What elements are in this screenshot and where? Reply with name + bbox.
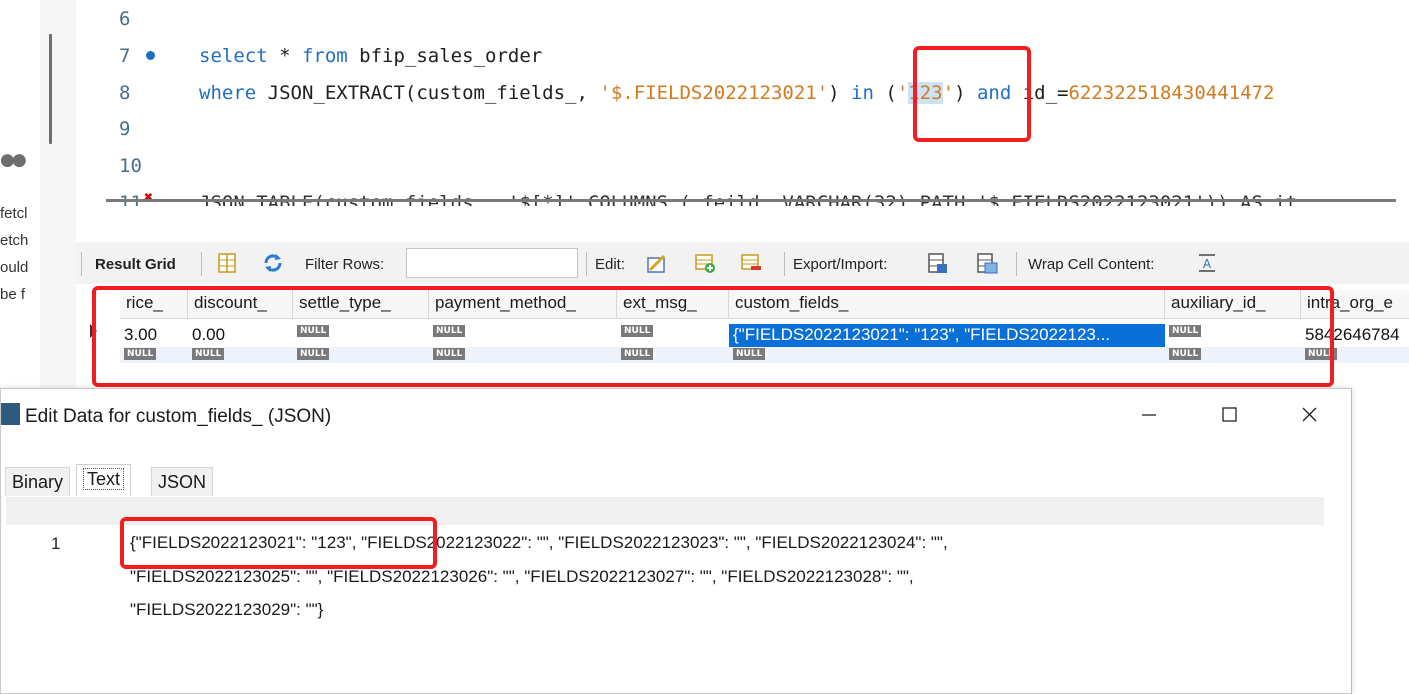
editor-line: 6	[76, 8, 1409, 38]
table-cell[interactable]: NULL	[293, 324, 429, 347]
close-icon[interactable]	[1286, 399, 1332, 431]
filter-rows-input[interactable]	[406, 248, 578, 278]
export-icon[interactable]	[927, 252, 949, 274]
sql-code[interactable]: select * from bfip_sales_order	[199, 45, 542, 67]
export-import-label: Export/Import:	[793, 256, 888, 273]
form-editor-icon[interactable]	[216, 252, 238, 274]
dialog-tabs: Binary Text JSON	[1, 464, 1350, 497]
dialog-title: Edit Data for custom_fields_ (JSON)	[25, 406, 332, 427]
column-header[interactable]: settle_type_	[293, 290, 429, 318]
tab-text[interactable]: Text	[76, 464, 132, 496]
side-text-fragment: fetcl	[0, 205, 28, 222]
column-header[interactable]: payment_method_	[429, 290, 617, 318]
grid-header: rice_ discount_ settle_type_ payment_met…	[120, 290, 1409, 319]
navigator-action-icons[interactable]: ●●	[0, 150, 27, 170]
wrap-cell-label: Wrap Cell Content:	[1028, 256, 1155, 273]
edit-label: Edit:	[595, 256, 626, 273]
column-header[interactable]: intra_org_e	[1301, 290, 1409, 318]
editor-line: 10	[76, 155, 1409, 185]
statement-marker-icon	[146, 51, 155, 60]
table-cell[interactable]: NULL	[1301, 347, 1409, 370]
minimize-icon[interactable]	[1126, 399, 1172, 431]
editor-line: 9	[76, 118, 1409, 148]
current-row-indicator	[90, 324, 97, 338]
edit-data-dialog: Edit Data for custom_fields_ (JSON) Bina…	[0, 388, 1352, 694]
tab-json[interactable]: JSON	[151, 467, 214, 496]
table-cell[interactable]: NULL	[293, 347, 429, 370]
table-cell[interactable]: NULL	[617, 324, 729, 347]
table-cell[interactable]: NULL	[1165, 324, 1301, 347]
line-number: 6	[119, 8, 131, 30]
table-cell[interactable]: NULL	[729, 347, 1165, 370]
json-text-line[interactable]: {"FIELDS2022123021": "123", "FIELDS20221…	[130, 533, 948, 553]
table-cell[interactable]: NULL	[120, 347, 188, 370]
svg-text:A: A	[1203, 257, 1212, 271]
line-number: 1	[51, 534, 61, 553]
edit-row-icon[interactable]	[646, 252, 668, 274]
column-header[interactable]: auxiliary_id_	[1165, 290, 1301, 318]
editor-line: 8 where JSON_EXTRACT(custom_fields_, '$.…	[76, 82, 1409, 112]
json-text-line[interactable]: "FIELDS2022123025": "", "FIELDS202212302…	[130, 567, 914, 587]
editor-horizontal-scrollbar[interactable]	[106, 199, 1396, 202]
error-marker-icon: ✖	[144, 188, 154, 206]
column-header[interactable]: discount_	[188, 290, 293, 318]
side-panel-scrollbar[interactable]	[40, 0, 76, 400]
editor-line: 7 select * from bfip_sales_order	[76, 45, 1409, 75]
text-editor-header	[6, 497, 1324, 525]
table-cell[interactable]: NULL	[617, 347, 729, 370]
result-grid-label: Result Grid	[95, 256, 176, 273]
add-row-icon[interactable]	[694, 252, 716, 274]
table-cell[interactable]: 0.00	[188, 324, 293, 347]
filter-rows-label: Filter Rows:	[305, 256, 385, 273]
table-row[interactable]: 3.00 0.00 NULL NULL NULL {"FIELDS2022123…	[120, 324, 1409, 347]
column-header[interactable]: custom_fields_	[729, 290, 1165, 318]
side-text-fragment: etch	[0, 232, 29, 249]
table-cell[interactable]: NULL	[1165, 347, 1301, 370]
selected-cell-custom-fields[interactable]: {"FIELDS2022123021": "123", "FIELDS20221…	[729, 324, 1165, 347]
table-row[interactable]: NULL NULL NULL NULL NULL NULL NULL NULL	[120, 347, 1409, 363]
import-icon[interactable]	[976, 252, 998, 274]
table-cell[interactable]: NULL	[429, 347, 617, 370]
line-number: 10	[119, 155, 142, 177]
line-number: 7	[119, 45, 131, 67]
json-text-editor[interactable]: 1 {"FIELDS2022123021": "123", "FIELDS202…	[6, 525, 1324, 693]
result-grid[interactable]: rice_ discount_ settle_type_ payment_met…	[76, 284, 1409, 400]
sql-code[interactable]: where JSON_EXTRACT(custom_fields_, '$.FI…	[199, 82, 1274, 104]
refresh-icon[interactable]	[262, 252, 284, 274]
table-cell[interactable]: 3.00	[120, 324, 188, 347]
maximize-icon[interactable]	[1206, 399, 1252, 431]
sql-editor[interactable]: 6 7 select * from bfip_sales_order 8 whe…	[76, 0, 1409, 206]
side-text-fragment: be f	[0, 286, 26, 303]
table-cell[interactable]: NULL	[429, 324, 617, 347]
table-cell[interactable]: 5842646784	[1301, 324, 1409, 347]
column-header[interactable]: rice_	[120, 290, 188, 318]
table-cell[interactable]: NULL	[188, 347, 293, 370]
result-panel: Result Grid Filter Rows: Edit: Export/Im…	[76, 206, 1409, 400]
side-text-fragment: ould	[0, 259, 29, 276]
line-number: 9	[119, 118, 131, 140]
delete-row-icon[interactable]	[740, 252, 762, 274]
column-header[interactable]: ext_msg_	[617, 290, 729, 318]
json-text-line[interactable]: "FIELDS2022123029": ""}	[130, 600, 323, 620]
app-icon	[1, 403, 20, 425]
line-number: 8	[119, 82, 131, 104]
tab-binary[interactable]: Binary	[5, 467, 71, 496]
result-toolbar: Result Grid Filter Rows: Edit: Export/Im…	[76, 242, 1409, 284]
wrap-text-icon[interactable]: A	[1196, 252, 1218, 274]
